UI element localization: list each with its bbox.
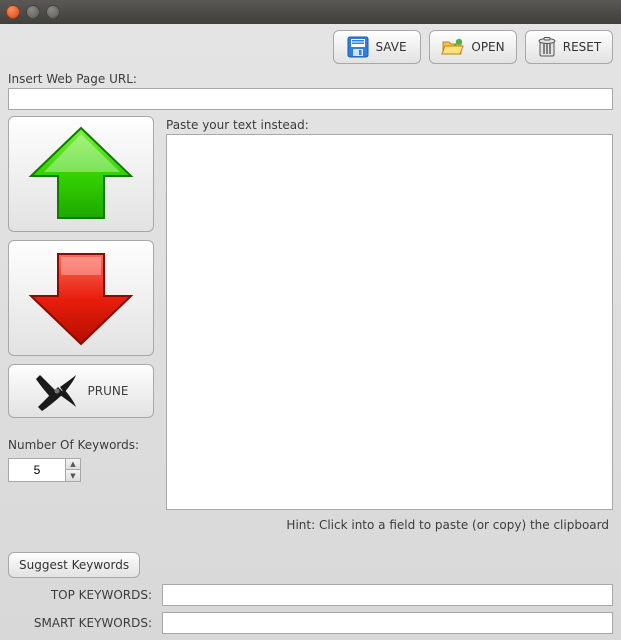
arrow-up-icon (26, 124, 136, 224)
smart-keywords-label: SMART KEYWORDS: (8, 616, 156, 630)
reset-button[interactable]: RESET (525, 30, 613, 64)
trash-icon (537, 36, 557, 58)
keyword-count-section: Number Of Keywords: ▲ ▼ (8, 436, 158, 482)
reset-button-label: RESET (563, 40, 601, 54)
keyword-count-label: Number Of Keywords: (8, 438, 158, 452)
text-input-area[interactable] (166, 134, 613, 510)
save-icon (347, 36, 369, 58)
top-keywords-label: TOP KEYWORDS: (8, 588, 156, 602)
window-titlebar (0, 0, 621, 24)
up-arrow-button[interactable] (8, 116, 154, 232)
suggest-keywords-label: Suggest Keywords (19, 558, 129, 572)
keyword-count-input[interactable] (8, 458, 66, 482)
prune-button-label: PRUNE (88, 384, 129, 398)
down-arrow-button[interactable] (8, 240, 154, 356)
suggest-keywords-button[interactable]: Suggest Keywords (8, 552, 140, 578)
textarea-label: Paste your text instead: (166, 118, 613, 132)
arrow-down-icon (26, 248, 136, 348)
window-close-icon[interactable] (6, 5, 20, 19)
right-column: Paste your text instead: (166, 116, 613, 510)
bottom-section: Suggest Keywords TOP KEYWORDS: SMART KEY… (8, 552, 613, 634)
stepper-up-icon[interactable]: ▲ (66, 459, 80, 470)
smart-keywords-input[interactable] (162, 612, 613, 634)
hint-text: Hint: Click into a field to paste (or co… (8, 518, 613, 532)
pruning-shears-icon (34, 371, 78, 411)
open-button-label: OPEN (471, 40, 504, 54)
save-button[interactable]: SAVE (333, 30, 421, 64)
stepper-down-icon[interactable]: ▼ (66, 470, 80, 481)
url-label: Insert Web Page URL: (8, 72, 613, 86)
prune-button[interactable]: PRUNE (8, 364, 154, 418)
left-column: PRUNE Number Of Keywords: ▲ ▼ (8, 116, 158, 510)
open-button[interactable]: OPEN (429, 30, 517, 64)
window-body: SAVE OPEN (0, 24, 621, 640)
url-input[interactable] (8, 88, 613, 110)
folder-open-icon (441, 37, 465, 57)
top-keywords-input[interactable] (162, 584, 613, 606)
stepper-buttons: ▲ ▼ (66, 458, 81, 482)
window-maximize-icon[interactable] (46, 5, 60, 19)
window-minimize-icon[interactable] (26, 5, 40, 19)
toolbar: SAVE OPEN (8, 30, 613, 64)
save-button-label: SAVE (375, 40, 406, 54)
